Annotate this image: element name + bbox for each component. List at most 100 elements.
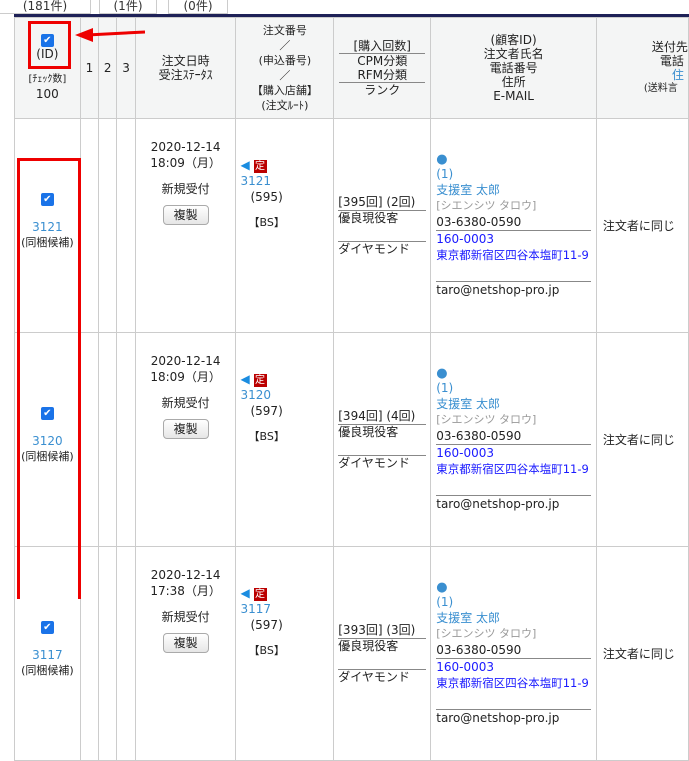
rank: ダイヤモンド <box>338 454 427 471</box>
customer-name-link[interactable]: 支援室 太郎 <box>436 610 591 626</box>
application-number: (595) <box>250 190 283 204</box>
tab-2[interactable]: (1件) <box>99 0 157 14</box>
purchase-cell: [393回] (3回) 優良現役客 ダイヤモンド <box>333 546 432 761</box>
header-text: CPM分類 <box>339 53 426 68</box>
purchase-count: [394回] (4回) <box>338 408 416 423</box>
customer-address[interactable]: 東京都新宿区四谷本塩町11-9 <box>436 675 591 691</box>
application-number: (597) <box>250 404 283 418</box>
customer-name-link[interactable]: 支援室 太郎 <box>436 396 591 412</box>
header-text: (注文ﾙｰﾄ) <box>261 99 309 112</box>
header-text: 電話番号 <box>489 61 538 75</box>
red-arrow-icon <box>75 28 145 42</box>
cell-1 <box>79 546 100 761</box>
subscription-badge: 定 <box>253 160 267 173</box>
order-number-link[interactable]: 3120 <box>240 387 333 403</box>
header-shipping: 送付先 電話住 (送料言 <box>595 17 689 119</box>
row-checkbox[interactable]: ✔ <box>40 621 54 634</box>
tab-count: (181件) <box>22 0 68 13</box>
cpm-class: 優良現役客 <box>338 209 427 241</box>
table-row: ✔ 3121 (同梱候補) 2020-12-14 18:09（月） 新規受付 複製… <box>14 118 689 333</box>
header-customer: (顧客ID) 注文者氏名 電話番号 住所 E-MAIL <box>430 17 597 119</box>
header-text: (送料言 <box>643 83 678 94</box>
megaphone-icon: ◀ <box>240 586 250 600</box>
customer-zip: 160-0003 <box>436 443 592 461</box>
header-text: E-MAIL <box>493 89 534 103</box>
order-time: 17:38（月） <box>150 584 221 598</box>
order-table: ✔ (ID) [ﾁｪｯｸ数] 100 1 2 3 注文日時 受注ｽﾃｰﾀｽ 注文番… <box>14 17 689 761</box>
cell-2 <box>98 332 118 547</box>
header-text: ／ <box>279 39 291 52</box>
cell-3 <box>116 332 136 547</box>
table-row: ✔ 3120 (同梱候補) 2020-12-14 18:09（月） 新規受付 複製… <box>14 332 689 547</box>
customer-address[interactable]: 東京都新宿区四谷本塩町11-9 <box>436 247 591 263</box>
header-order: 注文番号 ／ (申込番号) ／ 【購入店舗】 (注文ﾙｰﾄ) <box>235 17 335 119</box>
date-cell: 2020-12-14 18:09（月） 新規受付 複製 <box>134 332 237 547</box>
person-icon: ● <box>436 151 448 167</box>
customer-phone: 03-6380-0590 <box>436 214 522 229</box>
header-text: ランク <box>339 82 426 97</box>
order-id-link[interactable]: 3117 <box>15 648 80 662</box>
header-text: 【購入店舗】 <box>251 84 318 97</box>
customer-phone: 03-6380-0590 <box>436 428 522 443</box>
customer-id[interactable]: (1) <box>436 380 591 396</box>
customer-email: taro@netshop-pro.jp <box>436 494 592 512</box>
customer-cell: ● (1) 支援室 太郎 [シエンシツ タロウ] 03-6380-0590 16… <box>430 546 597 761</box>
customer-id[interactable]: (1) <box>436 166 591 182</box>
order-cell: ◀ 定 3121 (595) 【BS】 <box>235 118 335 333</box>
order-number-link[interactable]: 3121 <box>240 173 333 189</box>
shipping-cell: 注文者に同じ <box>595 332 689 547</box>
header-text: RFM分類 <box>357 68 408 82</box>
purchase-cell: [394回] (4回) 優良現役客 ダイヤモンド <box>333 332 432 547</box>
header-text: 受注ｽﾃｰﾀｽ <box>158 68 213 82</box>
header-text: 電話 <box>659 54 684 68</box>
subscription-badge: 定 <box>253 588 267 601</box>
header-text: 住 <box>671 68 684 82</box>
header-text: (顧客ID) <box>490 33 537 47</box>
header-text: ／ <box>279 69 291 82</box>
cell-1 <box>79 118 100 333</box>
customer-email: taro@netshop-pro.jp <box>436 708 592 726</box>
customer-kana: [シエンシツ タロウ] <box>436 412 537 426</box>
purchase-cell: [395回] (2回) 優良現役客 ダイヤモンド <box>333 118 432 333</box>
order-status: 新規受付 <box>161 396 210 410</box>
order-number-link[interactable]: 3117 <box>240 601 333 617</box>
tab-all[interactable]: (181件) <box>0 0 91 14</box>
customer-id[interactable]: (1) <box>436 594 591 610</box>
order-time: 18:09（月） <box>150 156 221 170</box>
store-label: 【BS】 <box>248 430 285 443</box>
cell-2 <box>98 546 118 761</box>
order-status: 新規受付 <box>161 182 210 196</box>
customer-phone: 03-6380-0590 <box>436 642 522 657</box>
purchase-count: [395回] (2回) <box>338 194 416 209</box>
copy-button[interactable]: 複製 <box>162 419 209 439</box>
customer-name-link[interactable]: 支援室 太郎 <box>436 182 591 198</box>
header-purchase: [購入回数] CPM分類 RFM分類 ランク <box>333 17 432 119</box>
copy-button[interactable]: 複製 <box>162 205 209 225</box>
tab-count: (1件) <box>113 0 143 13</box>
date-cell: 2020-12-14 17:38（月） 新規受付 複製 <box>134 546 237 761</box>
check-count-label: [ﾁｪｯｸ数] <box>28 73 67 85</box>
header-text: (申込番号) <box>258 54 312 67</box>
order-cell: ◀ 定 3120 (597) 【BS】 <box>235 332 335 547</box>
customer-zip: 160-0003 <box>436 657 592 675</box>
tab-count: (0件) <box>183 0 213 13</box>
highlight-box <box>28 21 71 69</box>
table-row: ✔ 3117 (同梱候補) 2020-12-14 17:38（月） 新規受付 複製… <box>14 546 689 761</box>
cell-3 <box>116 118 136 333</box>
store-label: 【BS】 <box>248 216 285 229</box>
header-text: 注文者氏名 <box>483 47 544 61</box>
customer-email: taro@netshop-pro.jp <box>436 280 592 298</box>
header-text: 送付先 <box>651 40 688 54</box>
cell-2 <box>98 118 118 333</box>
customer-kana: [シエンシツ タロウ] <box>436 626 537 640</box>
date-cell: 2020-12-14 18:09（月） 新規受付 複製 <box>134 118 237 333</box>
customer-address[interactable]: 東京都新宿区四谷本塩町11-9 <box>436 461 591 477</box>
header-text: 住所 <box>501 75 526 89</box>
megaphone-icon: ◀ <box>240 372 250 386</box>
order-time: 18:09（月） <box>150 370 221 384</box>
cpm-class: 優良現役客 <box>338 637 427 669</box>
check-count: 100 <box>35 86 59 101</box>
shipping-cell: 注文者に同じ <box>595 118 689 333</box>
copy-button[interactable]: 複製 <box>162 633 209 653</box>
tab-3[interactable]: (0件) <box>168 0 228 14</box>
